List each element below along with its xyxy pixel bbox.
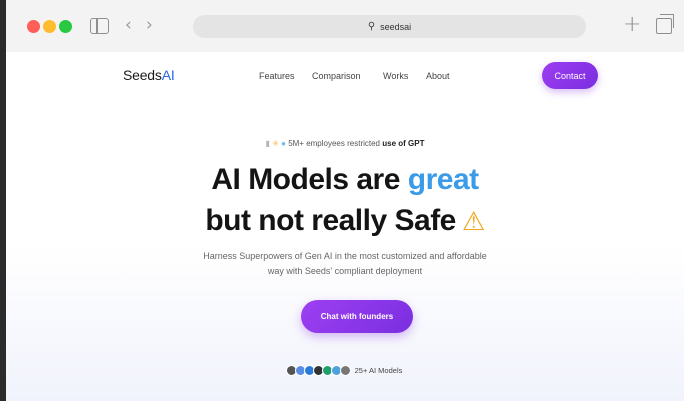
headline-highlight: great (407, 163, 479, 196)
web-page: SeedsAI Features Comparison Works About … (6, 52, 684, 401)
headline-line-1: AI Models are great (6, 163, 684, 197)
subtitle-line-1: Harness Superpowers of Gen AI in the mos… (203, 251, 487, 261)
logo-text: Seeds (123, 67, 162, 83)
models-count-label: 25+ AI Models (354, 366, 403, 375)
minimize-window-button[interactable] (43, 20, 56, 33)
nav-link-about[interactable]: About (426, 71, 450, 81)
new-tab-icon[interactable]: + (623, 12, 641, 37)
subtitle-line-2: way with Seeds' compliant deployment (267, 266, 423, 276)
badge-text: 5M+ employees restricted (288, 139, 383, 148)
warning-icon: ⚠ (461, 207, 485, 237)
model-icon-7 (339, 365, 351, 376)
nav-link-comparison[interactable]: Comparison (312, 71, 361, 81)
site-navbar: SeedsAI Features Comparison Works About … (6, 52, 684, 98)
contact-button[interactable]: Contact (542, 62, 598, 89)
forward-arrow-icon[interactable]: › (146, 15, 153, 35)
logo-accent-text: AI (161, 67, 175, 83)
nav-link-features[interactable]: Features (259, 71, 295, 81)
tab-overview-icon[interactable] (656, 14, 674, 34)
back-arrow-icon[interactable]: ‹ (125, 15, 132, 35)
address-bar[interactable]: ⚲ seedsai (193, 15, 586, 38)
badge-strong-text: use of GPT (382, 139, 425, 148)
headline-prefix: AI Models are (211, 163, 408, 196)
hero-badge: ▮ ✳ ● 5M+ employees restricted use of GP… (6, 139, 684, 148)
badge-icon-2: ✳ (272, 139, 279, 148)
badge-icon-1: ▮ (265, 139, 270, 148)
badge-icon-3: ● (281, 139, 286, 148)
hero-subtitle: Harness Superpowers of Gen AI in the mos… (6, 249, 684, 279)
headline-line-2-text: but not really Safe (205, 204, 456, 237)
browser-toolbar: ‹ › ⚲ seedsai + (6, 0, 684, 52)
browser-window: ‹ › ⚲ seedsai + SeedsAI Features Compari… (6, 0, 684, 401)
site-logo[interactable]: SeedsAI (123, 67, 175, 83)
headline-line-2: but not really Safe ⚠ (6, 204, 684, 238)
chat-with-founders-button[interactable]: Chat with founders (301, 300, 413, 333)
nav-link-works[interactable]: Works (383, 71, 408, 81)
search-icon: ⚲ (367, 21, 376, 32)
maximize-window-button[interactable] (59, 20, 72, 33)
close-window-button[interactable] (27, 20, 40, 33)
sidebar-toggle-icon[interactable] (90, 18, 109, 34)
address-text: seedsai (380, 21, 412, 32)
models-row: 25+ AI Models (6, 365, 684, 376)
